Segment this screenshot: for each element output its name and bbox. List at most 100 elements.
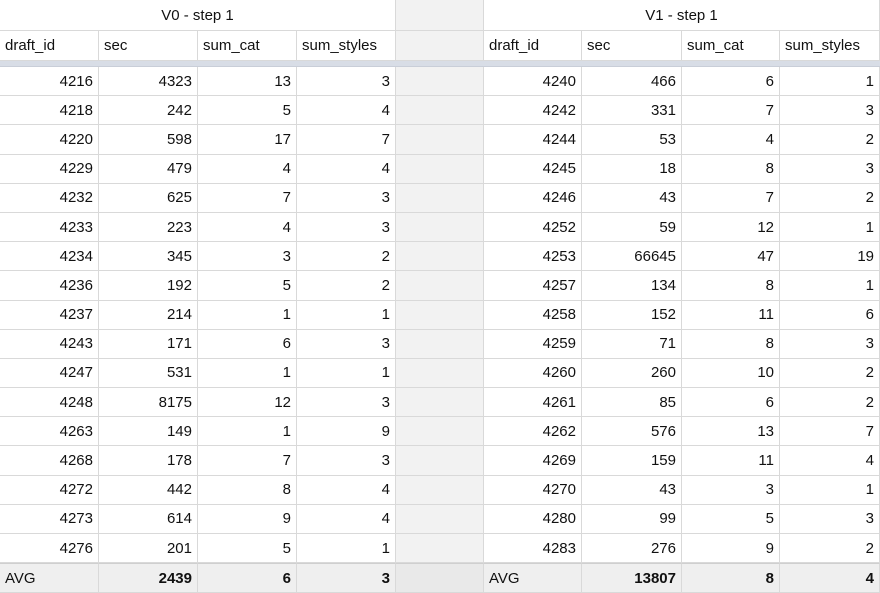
table-cell[interactable]: 598	[99, 125, 198, 155]
table-cell[interactable]: 7	[682, 183, 780, 213]
table-cell[interactable]: 242	[99, 96, 198, 126]
table-cell[interactable]: 2	[780, 534, 880, 564]
table-cell[interactable]: 1	[297, 358, 396, 389]
column-header[interactable]: sum_styles	[780, 31, 880, 61]
table-cell[interactable]: 4323	[99, 67, 198, 97]
table-cell[interactable]: 4	[780, 446, 880, 476]
table-cell[interactable]: 4220	[0, 125, 99, 155]
table-cell[interactable]: 4262	[484, 417, 582, 447]
column-header[interactable]: sec	[99, 31, 198, 61]
table-cell[interactable]: 7	[780, 417, 880, 447]
table-cell[interactable]: 99	[582, 504, 682, 534]
table-cell[interactable]: 1	[780, 67, 880, 97]
table-cell[interactable]: 2	[780, 125, 880, 155]
table-cell[interactable]: 18	[582, 154, 682, 184]
table-cell[interactable]: 4229	[0, 154, 99, 184]
column-header[interactable]: sum_cat	[198, 31, 297, 61]
table-cell[interactable]: 223	[99, 212, 198, 243]
table-cell[interactable]: 1	[780, 212, 880, 243]
table-cell[interactable]: 3	[198, 242, 297, 272]
table-cell[interactable]: 4273	[0, 504, 99, 534]
table-cell[interactable]: 134	[582, 271, 682, 301]
table-cell[interactable]: 10	[682, 358, 780, 389]
table-cell[interactable]: 171	[99, 329, 198, 359]
column-header[interactable]: sum_styles	[297, 31, 396, 61]
table-cell[interactable]: 53	[582, 125, 682, 155]
table-cell[interactable]: 7	[682, 96, 780, 126]
column-header[interactable]: sum_cat	[682, 31, 780, 61]
table-cell[interactable]: 4248	[0, 388, 99, 418]
table-cell[interactable]: 152	[582, 300, 682, 330]
table-cell[interactable]: 8	[682, 329, 780, 359]
table-cell[interactable]: 201	[99, 534, 198, 564]
table-cell[interactable]: 6	[682, 388, 780, 418]
table-cell[interactable]: 4	[198, 212, 297, 243]
table-cell[interactable]: 4	[297, 154, 396, 184]
table-cell[interactable]: 4234	[0, 242, 99, 272]
avg-value[interactable]: 4	[780, 563, 880, 593]
table-cell[interactable]: 345	[99, 242, 198, 272]
table-cell[interactable]: 43	[582, 183, 682, 213]
table-cell[interactable]: 11	[682, 300, 780, 330]
table-cell[interactable]: 5	[198, 534, 297, 564]
table-cell[interactable]: 3	[297, 329, 396, 359]
table-cell[interactable]: 11	[682, 446, 780, 476]
table-cell[interactable]: 4	[198, 154, 297, 184]
table-cell[interactable]: 4246	[484, 183, 582, 213]
table-cell[interactable]: 625	[99, 183, 198, 213]
table-cell[interactable]: 8	[682, 154, 780, 184]
table-cell[interactable]: 4240	[484, 67, 582, 97]
table-cell[interactable]: 66645	[582, 242, 682, 272]
column-header[interactable]: sec	[582, 31, 682, 61]
table-cell[interactable]: 214	[99, 300, 198, 330]
table-cell[interactable]: 442	[99, 475, 198, 505]
table-cell[interactable]: 7	[198, 446, 297, 476]
table-cell[interactable]: 1	[780, 271, 880, 301]
table-cell[interactable]: 4258	[484, 300, 582, 330]
table-cell[interactable]: 178	[99, 446, 198, 476]
table-cell[interactable]: 576	[582, 417, 682, 447]
table-cell[interactable]: 5	[198, 271, 297, 301]
table-cell[interactable]: 3	[780, 329, 880, 359]
table-cell[interactable]: 149	[99, 417, 198, 447]
table-cell[interactable]: 4280	[484, 504, 582, 534]
table-cell[interactable]: 4257	[484, 271, 582, 301]
table-cell[interactable]: 6	[682, 67, 780, 97]
table-cell[interactable]: 1	[198, 417, 297, 447]
table-cell[interactable]: 531	[99, 358, 198, 389]
table-cell[interactable]: 159	[582, 446, 682, 476]
table-cell[interactable]: 1	[297, 300, 396, 330]
table-cell[interactable]: 7	[297, 125, 396, 155]
table-cell[interactable]: 19	[780, 242, 880, 272]
table-cell[interactable]: 4236	[0, 271, 99, 301]
table-cell[interactable]: 4233	[0, 212, 99, 243]
table-cell[interactable]: 276	[582, 534, 682, 564]
table-cell[interactable]: 260	[582, 358, 682, 389]
table-cell[interactable]: 479	[99, 154, 198, 184]
table-cell[interactable]: 71	[582, 329, 682, 359]
table-cell[interactable]: 4216	[0, 67, 99, 97]
table-cell[interactable]: 4269	[484, 446, 582, 476]
table-cell[interactable]: 5	[198, 96, 297, 126]
table-cell[interactable]: 85	[582, 388, 682, 418]
table-cell[interactable]: 4242	[484, 96, 582, 126]
table-cell[interactable]: 3	[297, 388, 396, 418]
table-cell[interactable]: 3	[297, 446, 396, 476]
table-cell[interactable]: 4247	[0, 358, 99, 389]
avg-value[interactable]: 8	[682, 563, 780, 593]
table-cell[interactable]: 13	[198, 67, 297, 97]
table-cell[interactable]: 47	[682, 242, 780, 272]
table-cell[interactable]: 8175	[99, 388, 198, 418]
table-cell[interactable]: 2	[780, 183, 880, 213]
avg-value[interactable]: 6	[198, 563, 297, 593]
table-cell[interactable]: 4245	[484, 154, 582, 184]
table-cell[interactable]: 4237	[0, 300, 99, 330]
table-cell[interactable]: 3	[297, 67, 396, 97]
table-cell[interactable]: 3	[780, 504, 880, 534]
table-cell[interactable]: 4263	[0, 417, 99, 447]
table-cell[interactable]: 4276	[0, 534, 99, 564]
table-cell[interactable]: 4252	[484, 212, 582, 243]
table-cell[interactable]: 4268	[0, 446, 99, 476]
table-cell[interactable]: 4	[297, 475, 396, 505]
table-cell[interactable]: 6	[780, 300, 880, 330]
